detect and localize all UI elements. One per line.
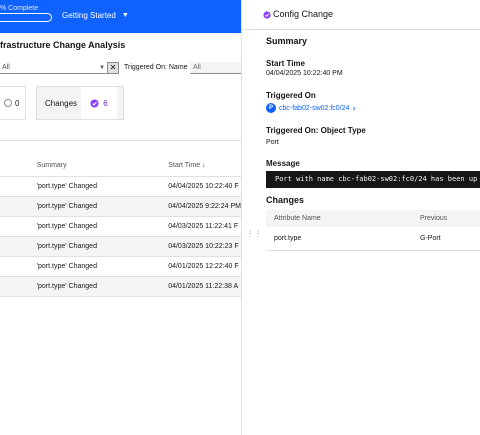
row-select-cell xyxy=(0,276,37,297)
row-select-cell xyxy=(0,236,37,257)
port-badge-icon: P xyxy=(266,103,276,113)
changes-tile-label: Changes xyxy=(45,98,78,108)
caret-down-icon: ▼ xyxy=(121,12,129,19)
config-change-icon xyxy=(90,98,99,108)
summary-cell: 'port.type' Changed xyxy=(36,196,169,217)
close-icon[interactable]: ✕ xyxy=(107,62,119,74)
triggered-on-name-input[interactable]: All xyxy=(190,62,241,74)
start-time-value: 04/04/2025 10:22:40 PM xyxy=(266,70,343,77)
getting-started-label: Getting Started xyxy=(62,11,116,20)
divider xyxy=(0,140,241,141)
start-time-cell: 04/03/2025 10:22:23 F xyxy=(168,236,241,257)
table-row[interactable]: 'port.type' Changed 04/01/2025 11:22:38 A xyxy=(0,276,241,297)
summary-cell: 'port.type' Changed xyxy=(36,236,169,257)
object-type-value: Port xyxy=(266,139,279,146)
getting-started-menu[interactable]: Getting Started ▼ xyxy=(62,11,129,20)
table-row[interactable]: 'port.type' Changed 04/04/2025 10:22:40 F xyxy=(0,176,241,197)
changes-table: Attribute Name Previous port.type G-Port xyxy=(266,210,480,251)
column-header-previous[interactable]: Previous xyxy=(412,210,480,227)
summary-cell: 'port.type' Changed xyxy=(36,216,169,237)
table-row[interactable]: 'port.type' Changed 04/01/2025 12:22:40 F xyxy=(0,256,241,277)
events-header-row: Summary Start Time ↓ xyxy=(0,156,241,177)
filter-bar: All ▼ ✕ Triggered On: Name All xyxy=(0,62,241,76)
filter-select-value: All xyxy=(2,64,10,71)
summary-cell: 'port.type' Changed xyxy=(36,176,169,197)
column-header-attribute-name[interactable]: Attribute Name xyxy=(266,210,412,227)
panel-header: Config Change xyxy=(242,0,480,30)
triggered-on-link-text: cbc-fab02-sw02:fc0/24 xyxy=(279,104,350,112)
top-bar: % Complete Getting Started ▼ xyxy=(0,0,241,33)
drag-handle-icon[interactable]: ⋮⋮ xyxy=(246,230,262,244)
page-title: frastructure Change Analysis xyxy=(0,40,126,50)
count-tile[interactable]: 0 xyxy=(0,86,26,120)
config-change-panel: Config Change Summary Start Time 04/04/2… xyxy=(241,0,480,435)
row-select-cell xyxy=(0,176,37,197)
summary-cell: 'port.type' Changed xyxy=(36,256,169,277)
attribute-name-cell: port.type xyxy=(266,227,412,251)
triggered-on-label: Triggered On xyxy=(266,91,316,100)
start-time-cell: 04/01/2025 11:22:38 A xyxy=(168,276,241,297)
chevron-right-icon: › xyxy=(352,103,356,113)
panel-title: Config Change xyxy=(273,9,334,19)
summary-cell: 'port.type' Changed xyxy=(36,276,169,297)
changes-count-value: 6 xyxy=(103,98,108,108)
summary-heading: Summary xyxy=(266,36,308,46)
previous-value-cell: G-Port xyxy=(412,227,480,251)
row-select-cell xyxy=(0,196,37,217)
table-row[interactable]: 'port.type' Changed 04/03/2025 11:22:41 F xyxy=(0,216,241,237)
row-select-cell xyxy=(0,256,37,277)
triggered-on-name-label: Triggered On: Name xyxy=(124,64,188,71)
message-label: Message xyxy=(266,159,300,168)
column-header-summary[interactable]: Summary xyxy=(36,156,169,177)
caret-down-icon: ▼ xyxy=(99,65,105,71)
column-header-start-time[interactable]: Start Time ↓ xyxy=(168,156,241,177)
changes-header-row: Attribute Name Previous xyxy=(266,210,480,227)
start-time-label: Start Time xyxy=(266,59,305,68)
triggered-on-link[interactable]: P cbc-fab02-sw02:fc0/24 › xyxy=(266,103,355,113)
start-time-cell: 04/01/2025 12:22:40 F xyxy=(168,256,241,277)
count-tile-value: 0 xyxy=(4,99,19,108)
count-value: 0 xyxy=(15,98,20,108)
column-header-select[interactable] xyxy=(0,156,37,177)
changes-count-box: 6 xyxy=(81,87,117,119)
message-code-block: Port with name cbc-fab02-sw02:fc0/24 has… xyxy=(266,171,480,188)
start-time-cell: 04/03/2025 11:22:41 F xyxy=(168,216,241,237)
start-time-cell: 04/04/2025 9:22:24 PM xyxy=(168,196,241,217)
table-row[interactable]: 'port.type' Changed 04/04/2025 9:22:24 PM xyxy=(0,196,241,217)
config-change-icon xyxy=(263,11,271,19)
progress-bar xyxy=(0,13,52,22)
object-type-label: Triggered On: Object Type xyxy=(266,126,366,135)
changes-tile[interactable]: Changes 6 xyxy=(36,86,124,120)
events-table: Summary Start Time ↓ 'port.type' Changed… xyxy=(0,156,241,297)
table-row[interactable]: 'port.type' Changed 04/03/2025 10:22:23 F xyxy=(0,236,241,257)
progress-label: % Complete xyxy=(0,5,39,12)
start-time-cell: 04/04/2025 10:22:40 F xyxy=(168,176,241,197)
filter-select[interactable]: All ▼ xyxy=(0,62,107,74)
row-select-cell xyxy=(0,216,37,237)
changes-heading: Changes xyxy=(266,195,305,205)
status-icon xyxy=(4,99,12,107)
table-row[interactable]: port.type G-Port xyxy=(266,227,480,251)
